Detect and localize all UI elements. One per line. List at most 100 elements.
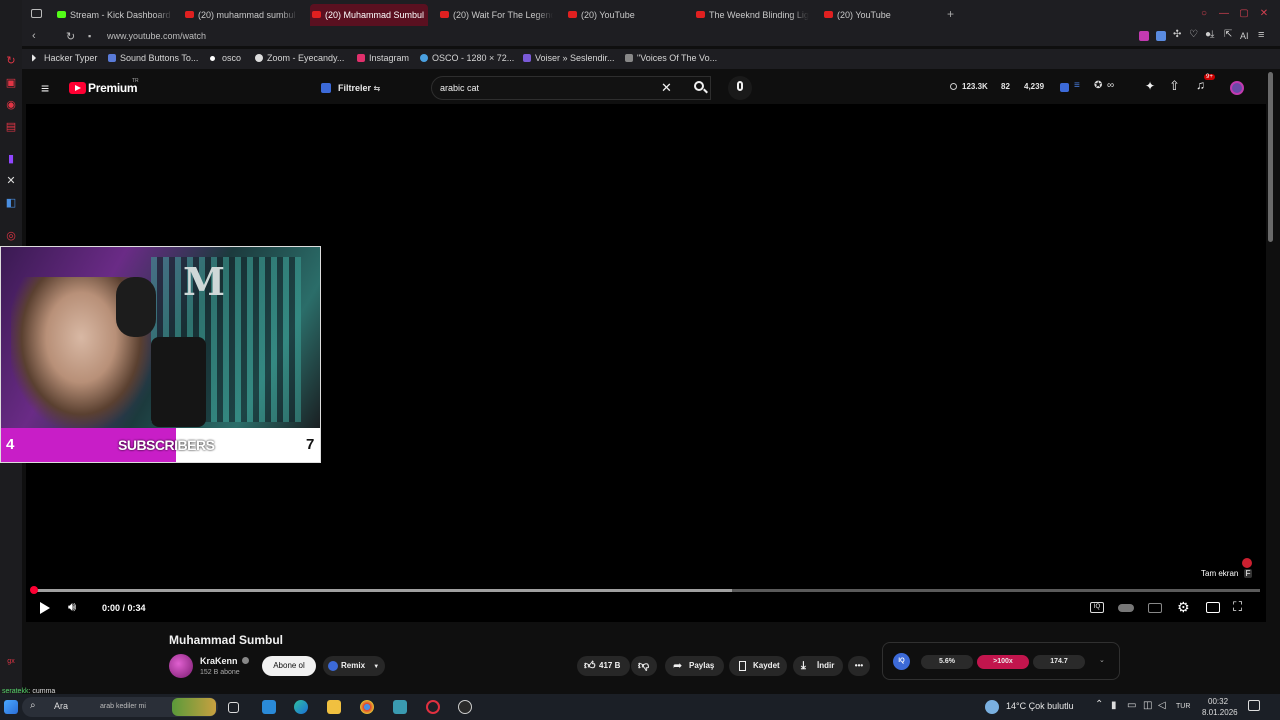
tab-muhammad-sumbul-active[interactable]: (20) Muhammad Sumbul	[310, 4, 428, 26]
bookmark-zoom-eyecandy[interactable]: Zoom - Eyecandy...	[255, 53, 344, 63]
file-explorer-icon[interactable]	[327, 700, 341, 714]
ai-button[interactable]: AI	[1240, 31, 1249, 41]
search-input[interactable]	[440, 81, 660, 95]
vscode-icon[interactable]	[262, 700, 276, 714]
video-player[interactable]: M 4 SUBSCRIBERS 7 Tam ekran F 🔊︎ 0:00 / …	[0, 104, 1266, 622]
maximize-button[interactable]: ▢	[1238, 8, 1250, 20]
download-button[interactable]: ⤓ İndir	[793, 656, 843, 676]
bookmark-osco[interactable]: osco	[210, 53, 241, 63]
weather-text[interactable]: 14°C Çok bulutlu	[1006, 701, 1074, 711]
x-icon[interactable]: ✕	[4, 174, 18, 188]
language-indicator[interactable]: TUR	[1176, 703, 1190, 710]
microphone-tray-icon[interactable]: ▮	[1111, 700, 1117, 711]
obs-icon[interactable]	[458, 700, 472, 714]
tab-weeknd-blinding-lights[interactable]: The Weeknd Blinding Ligh	[694, 4, 809, 26]
new-tab-button[interactable]: +	[947, 7, 954, 21]
hamburger-menu-icon[interactable]: ≡	[41, 80, 49, 96]
bookmark-sound-buttons[interactable]: Sound Buttons To...	[108, 53, 198, 63]
twitch-icon[interactable]: ▮	[4, 152, 18, 166]
dislike-button[interactable]: 👎︎	[631, 656, 657, 676]
camera-icon[interactable]: ◫	[1143, 700, 1152, 711]
taskbar-search-box[interactable]: ⌕ Ara arab kediler mi	[22, 697, 218, 717]
app-grid-icon[interactable]	[393, 700, 407, 714]
iq-expand-chevron-icon[interactable]: ⌄	[1099, 656, 1105, 664]
autoplay-toggle[interactable]	[1118, 604, 1134, 612]
tray-chevron-icon[interactable]: ⌃	[1095, 699, 1103, 710]
progress-scrubber[interactable]	[30, 586, 38, 594]
page-scrollbar[interactable]	[1268, 72, 1273, 242]
puzzle-icon[interactable]: ✣	[1173, 29, 1181, 40]
messenger-icon[interactable]: ◉	[4, 98, 18, 112]
theater-mode-button[interactable]	[1206, 602, 1220, 613]
tab-kick-dashboard[interactable]: Stream - Kick Dashboard	[55, 4, 173, 26]
back-button[interactable]: ‹	[32, 30, 36, 42]
settings-gear-icon[interactable]: ⚙	[1177, 599, 1190, 616]
chrome-icon[interactable]	[360, 700, 374, 714]
voice-search-button[interactable]	[728, 76, 752, 100]
account-avatar[interactable]	[1230, 81, 1244, 95]
iq-logo-icon[interactable]: IQ	[893, 653, 910, 670]
download-icon[interactable]: ⤓	[1210, 29, 1214, 40]
tab-manager-icon[interactable]	[31, 9, 42, 18]
create-icon[interactable]: ✦	[1145, 79, 1155, 93]
share-arrow-icon[interactable]: ⇱	[1224, 29, 1232, 40]
heart-icon[interactable]: ♡	[1189, 29, 1198, 40]
award-icon[interactable]: ✪	[1094, 80, 1102, 91]
reload-button[interactable]: ↻	[66, 30, 75, 43]
bookmark-voices-of-the-void[interactable]: "Voices Of The Vo...	[625, 53, 717, 63]
windows-start-icon[interactable]	[4, 700, 18, 714]
iq-player-button[interactable]: IQ	[1090, 602, 1104, 613]
more-actions-button[interactable]: •••	[848, 656, 870, 676]
filters-button[interactable]: Filtreler ⇆	[316, 79, 386, 97]
tab-search-icon[interactable]: ○	[1198, 8, 1210, 20]
tab-muhammad-sumbul-h[interactable]: (20) muhammad sumbul h	[183, 4, 298, 26]
youtube-premium-logo[interactable]: Premium	[88, 81, 138, 95]
subscribe-button[interactable]: Abone ol	[262, 656, 316, 676]
bookmark-voiser[interactable]: Voiser » Seslendir...	[523, 53, 615, 63]
tab-youtube-1[interactable]: (20) YouTube	[566, 4, 681, 26]
opera-taskbar-icon[interactable]	[426, 700, 440, 714]
subtitles-button[interactable]	[1148, 603, 1162, 613]
save-button[interactable]: Kaydet	[729, 656, 787, 676]
player-icon[interactable]: ◎	[4, 229, 18, 243]
upload-icon[interactable]: ⇧	[1169, 78, 1180, 94]
translate-icon[interactable]: ◧	[4, 196, 18, 210]
bookmark-hacker-typer[interactable]: Hacker Typer	[32, 53, 97, 63]
clear-search-icon[interactable]: ✕	[661, 80, 672, 96]
youtube-logo-icon[interactable]	[69, 82, 86, 94]
clock-time[interactable]: 00:32	[1208, 697, 1228, 706]
wallet-icon[interactable]: ▣	[4, 76, 18, 90]
list-icon[interactable]: ≡	[1074, 80, 1080, 91]
task-view-icon[interactable]	[228, 702, 239, 713]
extension-purple-icon[interactable]	[1139, 31, 1149, 41]
bookmark-osco-1280[interactable]: OSCO - 1280 × 72...	[420, 53, 514, 63]
volume-button[interactable]: 🔊︎	[68, 599, 76, 615]
notifications-bell-icon[interactable]: ♫	[1196, 78, 1205, 92]
tab-youtube-2[interactable]: (20) YouTube	[822, 4, 937, 26]
channel-name[interactable]: KraKenn	[200, 656, 250, 666]
speaker-icon[interactable]: ◁	[1158, 700, 1166, 711]
menu-icon[interactable]: ≡	[1258, 29, 1264, 41]
notification-center-icon[interactable]	[1248, 700, 1260, 711]
remix-button[interactable]: Remix ▼	[323, 656, 385, 676]
share-button[interactable]: ➦ Paylaş	[665, 656, 724, 676]
edge-icon[interactable]	[294, 700, 308, 714]
search-button[interactable]	[686, 76, 714, 100]
history-icon[interactable]: ↻	[4, 54, 18, 68]
close-window-button[interactable]: ✕	[1258, 8, 1270, 20]
clock-date[interactable]: 8.01.2026	[1202, 708, 1238, 717]
network-icon[interactable]: ▭	[1127, 700, 1136, 711]
gx-icon[interactable]: ▤	[4, 120, 18, 134]
like-button[interactable]: 👍︎ 417 B	[577, 656, 630, 676]
url-field[interactable]: www.youtube.com/watch	[107, 31, 206, 41]
gx-bottom-icon[interactable]: gx	[4, 655, 18, 669]
bookmark-instagram[interactable]: Instagram	[357, 53, 409, 63]
channel-avatar[interactable]	[169, 654, 193, 678]
tab-wait-for-the-legend[interactable]: (20) Wait For The Legend	[438, 4, 553, 26]
link-icon[interactable]: ∞	[1107, 80, 1114, 91]
iq-extension-icon[interactable]	[1060, 83, 1069, 92]
play-button[interactable]	[40, 599, 50, 617]
extension-blue-icon[interactable]	[1156, 31, 1166, 41]
minimize-button[interactable]: —	[1218, 8, 1230, 20]
progress-bar[interactable]	[32, 589, 1260, 592]
